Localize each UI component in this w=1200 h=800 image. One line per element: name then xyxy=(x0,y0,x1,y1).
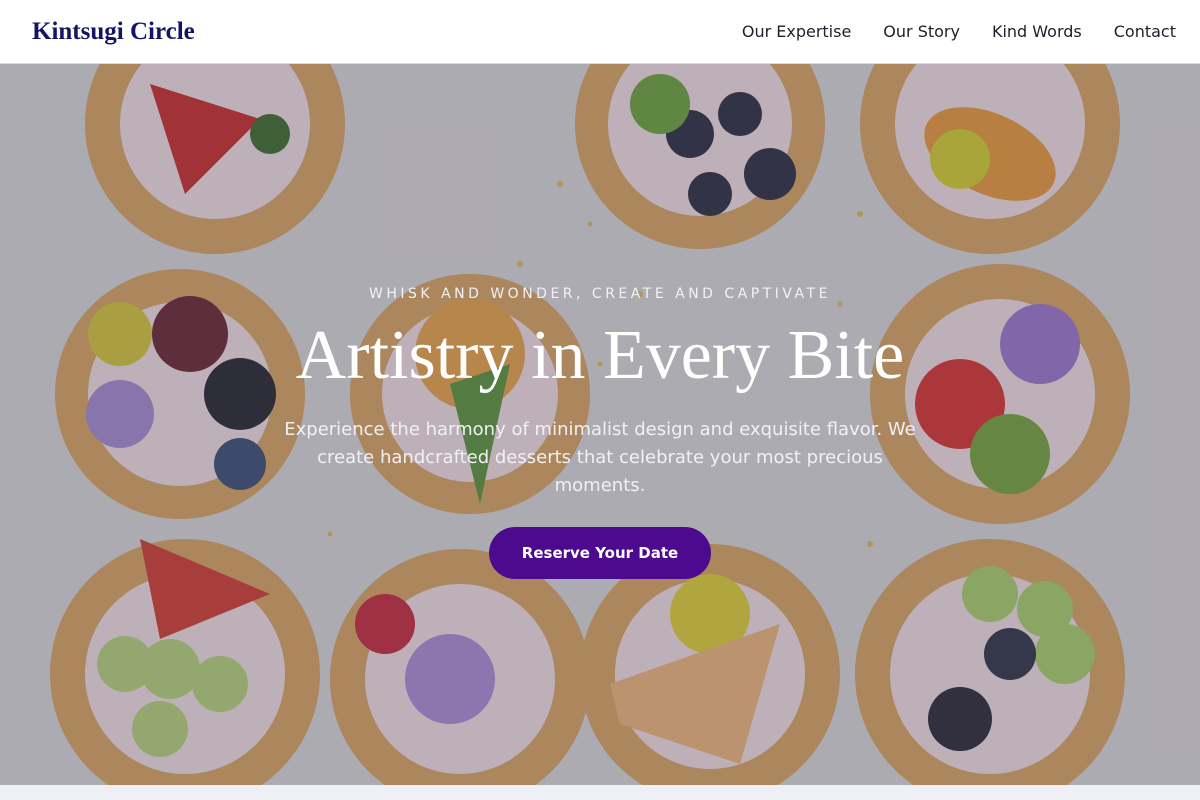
nav-link-our-expertise[interactable]: Our Expertise xyxy=(742,20,851,44)
main-nav: Our Expertise Our Story Kind Words Conta… xyxy=(742,20,1176,44)
next-section-edge xyxy=(0,785,1200,800)
nav-link-contact[interactable]: Contact xyxy=(1114,20,1176,44)
hero-section: WHISK AND WONDER, CREATE AND CAPTIVATE A… xyxy=(0,64,1200,785)
site-header: Kintsugi Circle Our Expertise Our Story … xyxy=(0,0,1200,64)
hero-tagline: WHISK AND WONDER, CREATE AND CAPTIVATE xyxy=(369,286,831,302)
nav-link-kind-words[interactable]: Kind Words xyxy=(992,20,1082,44)
reserve-your-date-button[interactable]: Reserve Your Date xyxy=(489,527,711,579)
hero-subtitle: Experience the harmony of minimalist des… xyxy=(284,419,916,496)
brand-logo-link[interactable]: Kintsugi Circle xyxy=(32,17,195,47)
hero-title: Artistry in Every Bite xyxy=(295,317,905,394)
nav-link-our-story[interactable]: Our Story xyxy=(883,20,960,44)
hero-content: WHISK AND WONDER, CREATE AND CAPTIVATE A… xyxy=(0,64,1200,785)
